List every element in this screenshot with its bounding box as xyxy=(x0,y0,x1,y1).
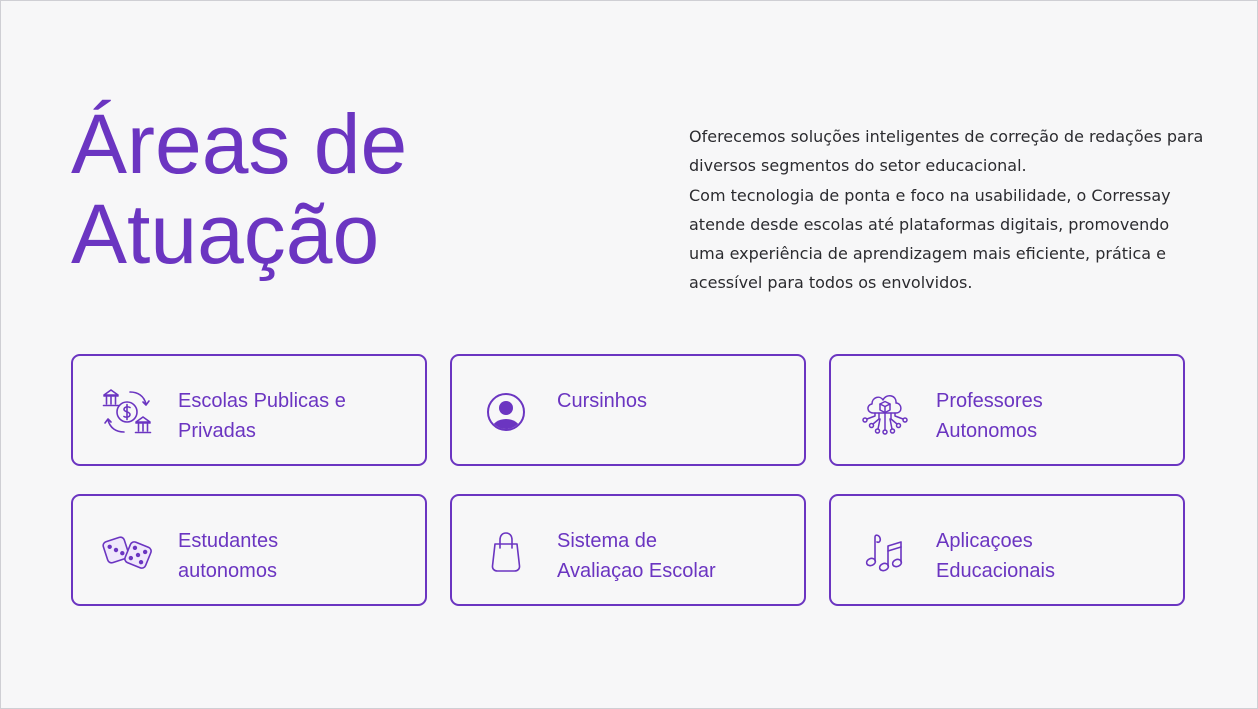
intro-paragraph-2: Com tecnologia de ponta e foco na usabil… xyxy=(689,185,1171,293)
dice-icon xyxy=(99,526,155,578)
shopping-bag-icon xyxy=(478,526,534,578)
page: Áreas de Atuação Oferecemos soluções int… xyxy=(0,0,1258,709)
card-label: Professores Autonomos xyxy=(936,386,1166,446)
cloud-network-icon xyxy=(857,386,913,438)
card-sistema-avaliacao-escolar[interactable]: Sistema de Avaliaçao Escolar xyxy=(450,494,806,606)
bank-money-exchange-icon xyxy=(99,386,155,438)
card-label-line-1: Escolas Publicas e xyxy=(178,390,346,412)
card-label-line-1: Estudantes xyxy=(178,530,279,552)
music-notes-icon xyxy=(857,526,913,578)
intro-paragraph-1: Oferecemos soluções inteligentes de corr… xyxy=(689,127,1204,176)
card-label: Cursinhos xyxy=(557,386,787,416)
card-label-line-2: autonomos xyxy=(178,560,277,582)
card-label-line-1: Professores xyxy=(936,390,1043,412)
card-escolas-publicas-privadas[interactable]: Escolas Publicas e Privadas xyxy=(71,354,427,466)
card-label-line-2: Avaliaçao Escolar xyxy=(557,560,716,582)
card-label: Escolas Publicas e Privadas xyxy=(178,386,408,446)
card-label-line-1: Aplicaçoes xyxy=(936,530,1033,552)
card-label: Sistema de Avaliaçao Escolar xyxy=(557,526,787,586)
page-title-line-1: Áreas de xyxy=(71,97,408,191)
card-label: Aplicaçoes Educacionais xyxy=(936,526,1166,586)
card-cursinhos[interactable]: Cursinhos xyxy=(450,354,806,466)
user-circle-icon xyxy=(478,386,534,438)
intro-text: Oferecemos soluções inteligentes de corr… xyxy=(689,122,1209,298)
card-label-line-2: Autonomos xyxy=(936,420,1038,442)
card-label-line-2: Privadas xyxy=(178,420,256,442)
card-estudantes-autonomos[interactable]: Estudantes autonomos xyxy=(71,494,427,606)
card-label: Estudantes autonomos xyxy=(178,526,408,586)
page-title-line-2: Atuação xyxy=(71,187,380,281)
card-professores-autonomos[interactable]: Professores Autonomos xyxy=(829,354,1185,466)
card-label-line-1: Sistema de xyxy=(557,530,658,552)
card-label-line-2: Educacionais xyxy=(936,560,1055,582)
page-title: Áreas de Atuação xyxy=(71,99,407,279)
card-label-line-1: Cursinhos xyxy=(557,390,648,412)
card-aplicacoes-educacionais[interactable]: Aplicaçoes Educacionais xyxy=(829,494,1185,606)
